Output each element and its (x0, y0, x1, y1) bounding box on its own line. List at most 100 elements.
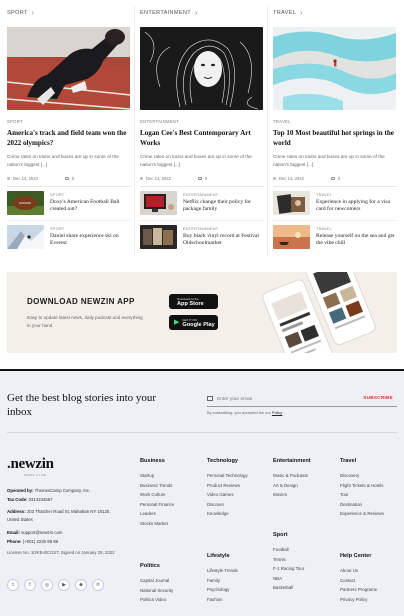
thumbnail-football[interactable] (7, 191, 44, 215)
footer-link[interactable]: About Us (340, 566, 377, 576)
email-input[interactable] (207, 392, 347, 406)
mini-article-category[interactable]: SPORT (50, 192, 131, 197)
footer-link[interactable]: Art & Design (273, 481, 311, 491)
site-logo[interactable]: .newzin (7, 456, 54, 473)
footer-link[interactable]: Lifestyle Trends (207, 566, 238, 576)
footer-link[interactable]: Stocks Market (140, 519, 174, 529)
reddit-icon[interactable]: ☻ (75, 579, 87, 591)
chevron-right-icon: › (194, 9, 198, 17)
mini-article[interactable]: ENTERTAINMENT Netflix change their polic… (140, 191, 264, 217)
policy-link[interactable]: Policy (272, 410, 282, 415)
google-play-button[interactable]: ▶ GET IT ON Google Play (169, 315, 218, 330)
article-excerpt: Crime rates on trains and buses are up i… (140, 154, 252, 167)
footer-link[interactable]: Tennis (273, 555, 304, 565)
footer-link[interactable]: Discovery (340, 471, 384, 481)
mini-article-title[interactable]: Buy black vinyl record at Festival Oldsc… (183, 233, 264, 248)
comment-count[interactable]: 0 (197, 176, 207, 181)
mini-article-title[interactable]: Doxy's American Football Ball created ou… (50, 199, 131, 214)
mini-article-category[interactable]: TRAVEL (316, 192, 397, 197)
footer-link[interactable]: Work Culture (140, 490, 174, 500)
thumbnail-visa[interactable] (273, 191, 310, 215)
mini-article-title[interactable]: Release yourself on the sea and get the … (316, 233, 397, 248)
footer-link[interactable]: Knowledge (207, 509, 248, 519)
mini-article-category[interactable]: ENTERTAINMENT (183, 192, 264, 197)
thumbnail-ski[interactable] (7, 225, 44, 249)
hero-image-hot-springs[interactable] (273, 27, 396, 110)
footer-link[interactable]: Product Reviews (207, 481, 248, 491)
clock-icon (7, 176, 10, 180)
footer-link[interactable]: Politics Video (140, 595, 173, 605)
comment-count[interactable]: 0 (64, 176, 74, 181)
footer-group-heading: Help Center (340, 553, 372, 559)
instagram-icon[interactable]: ◎ (41, 579, 53, 591)
twitter-icon[interactable]: 𝕥 (7, 579, 19, 591)
footer-link[interactable]: Capital Journal (140, 576, 173, 586)
footer-link[interactable]: Leaders (140, 509, 174, 519)
facebook-icon[interactable]: f (24, 579, 36, 591)
footer-link[interactable]: Football (273, 545, 304, 555)
mini-article-category[interactable]: ENTERTAINMENT (183, 226, 264, 231)
article-title[interactable]: Logan Cee's Best Contemporary Art Works (140, 128, 264, 148)
mini-article-title[interactable]: Netflix change their policy for package … (183, 199, 264, 214)
footer-link[interactable]: Music & Podcasts (273, 471, 311, 481)
section-heading-entertainment[interactable]: ENTERTAINMENT › (140, 6, 264, 20)
footer-link[interactable]: Privacy Policy (340, 595, 377, 605)
address: Address: 203 Thatcher Road St, Mahattan … (7, 508, 117, 523)
hero-image-art[interactable] (140, 27, 263, 110)
footer-link[interactable]: Business Trends (140, 481, 174, 491)
mini-article-category[interactable]: TRAVEL (316, 226, 397, 231)
article-title[interactable]: America's track and field team won the 2… (7, 128, 131, 148)
article-title[interactable]: Top 10 Most beautiful hot springs in the… (273, 128, 397, 148)
footer-link[interactable]: F-1 Racing Tour (273, 564, 304, 574)
newsletter-title: Get the best blog stories into your inbo… (7, 392, 157, 418)
thumbnail-sea[interactable] (273, 225, 310, 249)
footer-link[interactable]: Movies (273, 490, 311, 500)
footer-link[interactable]: Tour (340, 490, 384, 500)
google-play-label: Google Play (182, 321, 215, 328)
hero-image-track[interactable] (7, 27, 130, 110)
mini-article[interactable]: SPORT Doxy's American Football Ball crea… (7, 191, 131, 217)
footer-link[interactable]: Destination (340, 500, 384, 510)
mini-article-title[interactable]: Experience in applying for a visa card f… (316, 199, 397, 214)
thumbnail-netflix[interactable] (140, 191, 177, 215)
pinterest-icon[interactable]: ℗ (92, 579, 104, 591)
info-value[interactable]: support@newzin.com (21, 530, 62, 535)
travel-column: TRAVEL › TRAVEL Top 10 Most beautiful ho… (273, 0, 397, 251)
footer-link[interactable]: National Security (140, 586, 173, 596)
article-category[interactable]: ENTERTAINMENT (140, 119, 264, 124)
section-heading-label: ENTERTAINMENT (140, 10, 191, 16)
footer-link[interactable]: Psychology (207, 585, 238, 595)
footer-link[interactable]: Experience & Reviews (340, 509, 384, 519)
comment-count[interactable]: 0 (330, 176, 340, 181)
footer-link[interactable]: NBA (273, 574, 304, 584)
youtube-icon[interactable]: ▶ (58, 579, 70, 591)
footer-link[interactable]: Flight Tickets & Hotels (340, 481, 384, 491)
mini-article[interactable]: ENTERTAINMENT Buy black vinyl record at … (140, 225, 264, 251)
footer-link[interactable]: Contact (340, 576, 377, 586)
footer-link[interactable]: Basketball (273, 583, 304, 593)
footer-link[interactable]: Personal Technology (207, 471, 248, 481)
footer-link[interactable]: Video Games (207, 490, 248, 500)
mini-article[interactable]: TRAVEL Release yourself on the sea and g… (273, 225, 397, 251)
mini-article[interactable]: TRAVEL Experience in applying for a visa… (273, 191, 397, 217)
section-heading-sport[interactable]: SPORT › (7, 6, 131, 20)
footer-link[interactable]: Startup (140, 471, 174, 481)
site-footer: Get the best blog stories into your inbo… (0, 369, 404, 616)
mini-article-category[interactable]: SPORT (50, 226, 131, 231)
footer-link[interactable]: Fashion (207, 595, 238, 605)
footer-link[interactable]: Discover (207, 500, 248, 510)
footer-link[interactable]: Family (207, 576, 238, 586)
mini-article-title[interactable]: Daniel share experience ski on Everest (50, 233, 131, 248)
thumbnail-vinyl[interactable] (140, 225, 177, 249)
subscribe-button[interactable]: SUBSCRIBE (363, 395, 393, 400)
mini-article[interactable]: SPORT Daniel share experience ski on Eve… (7, 225, 131, 251)
footer-link[interactable]: Partners Programe (340, 585, 377, 595)
section-heading-travel[interactable]: TRAVEL › (273, 6, 397, 20)
app-store-button[interactable]: Download on the App Store (169, 294, 218, 309)
footer-group-technology: Technology Personal Technology Product R… (207, 458, 248, 519)
article-category[interactable]: SPORT (7, 119, 131, 124)
article-category[interactable]: TRAVEL (273, 119, 397, 124)
footer-group-entertainment: Entertainment Music & Podcasts Art & Des… (273, 458, 311, 500)
banner-description: Easy to update latest news, daily podcas… (27, 315, 143, 328)
footer-link[interactable]: Personal Finance (140, 500, 174, 510)
